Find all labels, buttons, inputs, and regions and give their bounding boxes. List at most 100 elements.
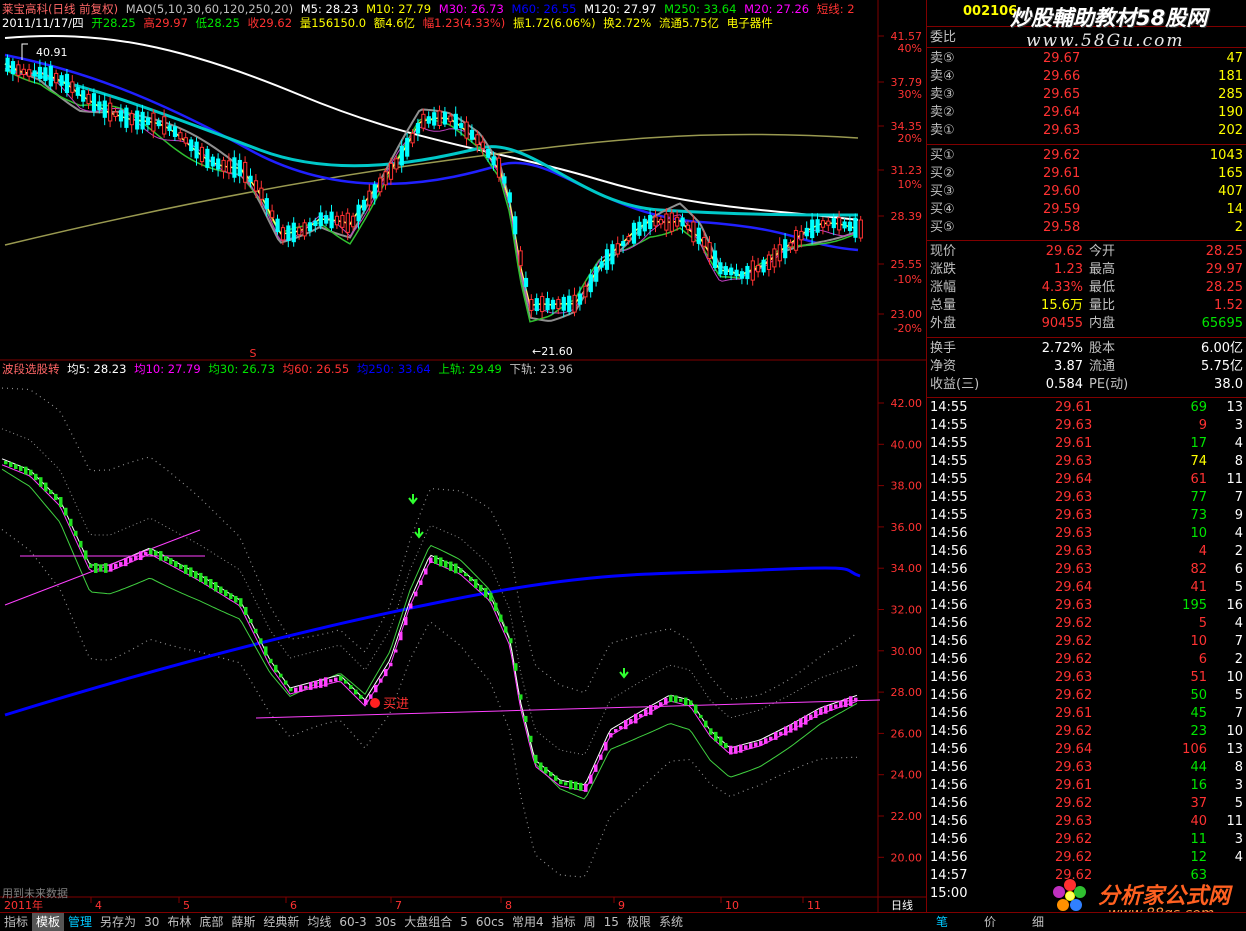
level-price: 29.60	[1043, 184, 1081, 199]
toolbar-item[interactable]: 极限	[623, 913, 655, 931]
candle-body	[81, 90, 86, 102]
toolbar-item[interactable]: 指标	[548, 913, 580, 931]
ind-ma5: 均5: 28.23	[67, 362, 127, 376]
toolbar-item[interactable]: 布林	[163, 913, 195, 931]
candle-body	[723, 266, 728, 276]
candle-body	[448, 115, 453, 123]
tick-row: 14:56 29.63 82 6	[927, 561, 1246, 579]
toolbar-item[interactable]: 15	[600, 913, 623, 931]
pct-tick-label: 20%	[898, 132, 922, 145]
candle-body	[113, 111, 118, 118]
candle-body	[469, 129, 475, 140]
ind-bar	[364, 699, 368, 705]
quote-label: 涨幅	[930, 280, 957, 295]
ind-bar	[324, 677, 328, 687]
indicator-name: 波段选股转	[2, 362, 60, 376]
tick-price: 29.64	[1055, 472, 1093, 487]
ind-bar	[584, 783, 588, 792]
candle-body	[567, 295, 572, 312]
short-line-value: 短线: 2	[816, 2, 855, 16]
ind-bar	[779, 731, 783, 736]
toolbar-item[interactable]: 常用4	[508, 913, 548, 931]
candle-body	[221, 159, 226, 172]
turnover-value: 换2.72%	[603, 16, 652, 30]
toolbar-item[interactable]: 大盘组合	[400, 913, 456, 931]
toolbar-item[interactable]: 管理	[64, 913, 96, 931]
toolbar-item[interactable]: 周	[580, 913, 600, 931]
ind-bar	[309, 681, 313, 690]
level-price: 29.67	[1043, 51, 1081, 66]
toolbar-item[interactable]: 60cs	[472, 913, 508, 931]
toolbar-item[interactable]: 底部	[195, 913, 227, 931]
info-value: 0.584	[1045, 377, 1083, 392]
toolbar-item[interactable]: 另存为	[96, 913, 140, 931]
level-volume: 181	[1218, 69, 1243, 84]
toolbar-item[interactable]: 30	[140, 913, 163, 931]
info-value: 5.75亿	[1201, 359, 1243, 374]
toolbar-item[interactable]: 系统	[655, 913, 687, 931]
ind-bar	[704, 720, 708, 728]
candle-body	[383, 171, 388, 186]
stock-app: 41.57 37.79 34.35 31.23 28.39 25.55 23.00 40% 30…	[0, 0, 1246, 931]
tick-price: 29.62	[1055, 634, 1093, 649]
tick-time: 14:56	[930, 598, 968, 613]
ind-bar	[234, 595, 238, 603]
candle-body	[340, 214, 345, 228]
ind-bar	[614, 729, 618, 733]
toolbar-item[interactable]: 均线	[303, 913, 335, 931]
tick-count: 10	[1226, 724, 1243, 739]
info-row: 换手 2.72% 股本 6.00亿	[927, 340, 1246, 358]
chart-canvas[interactable]: 41.5737.7934.3531.2328.3925.5523.0040%30…	[0, 0, 926, 912]
candle-body	[777, 244, 782, 262]
panel-tab[interactable]: 细	[1026, 913, 1050, 931]
level-label: 卖①	[930, 123, 955, 138]
buy-signal-label: 买进	[383, 697, 409, 712]
candle-body	[178, 132, 183, 140]
ind-bar	[799, 718, 803, 728]
tick-count: 7	[1234, 706, 1243, 721]
tick-price: 29.64	[1055, 580, 1093, 595]
tick-volume: 77	[1190, 490, 1207, 505]
toolbar-item[interactable]: 60-3	[335, 913, 370, 931]
ind-upper: 上轨: 29.49	[438, 362, 502, 376]
xaxis-month: 4	[95, 899, 102, 912]
toolbar-item[interactable]: 薛斯	[227, 913, 259, 931]
candle-body	[59, 75, 64, 86]
candle-body	[232, 157, 237, 178]
chart-area[interactable]: 41.57 37.79 34.35 31.23 28.39 25.55 23.00 40% 30…	[0, 0, 926, 912]
candle-body	[648, 215, 653, 230]
level-label: 买②	[930, 166, 955, 181]
toolbar-item[interactable]: 指标	[0, 913, 32, 931]
ind-bar	[504, 626, 508, 633]
candle-body	[815, 219, 820, 233]
amplitude-value: 振1.72(6.06%)	[512, 16, 596, 30]
toolbar-item[interactable]: 5	[456, 913, 472, 931]
panel-tab[interactable]: 价	[978, 913, 1002, 931]
toolbar-item[interactable]: 经典新	[259, 913, 303, 931]
ind-bar	[104, 563, 108, 573]
level-volume: 1043	[1209, 148, 1243, 163]
quote-label: 量比	[1089, 298, 1116, 313]
tick-price: 29.64	[1055, 742, 1093, 757]
price-tick-label: 31.23	[891, 164, 923, 177]
ind-bar	[209, 579, 213, 589]
ind-bar	[769, 736, 773, 741]
xaxis-month: 6	[290, 899, 297, 912]
ind-bar	[389, 662, 393, 667]
toolbar-item[interactable]: 模板	[32, 913, 65, 931]
panel-tab[interactable]: 笔	[930, 913, 954, 931]
ind-bar	[194, 571, 198, 579]
ind-ma10: 均10: 27.79	[134, 362, 201, 376]
xaxis-month: 8	[505, 899, 512, 912]
candle-body	[334, 215, 340, 226]
ind-bar	[239, 598, 243, 607]
toolbar-item[interactable]: 30s	[371, 913, 401, 931]
ind-bar	[699, 714, 703, 719]
ind-bar	[709, 728, 713, 735]
candle-body	[415, 123, 421, 134]
ind-bar	[774, 732, 778, 740]
ind-bar	[379, 678, 383, 683]
level-label: 卖④	[930, 69, 955, 84]
tick-price: 29.62	[1055, 616, 1093, 631]
indicator-tick-label: 26.00	[891, 727, 923, 740]
